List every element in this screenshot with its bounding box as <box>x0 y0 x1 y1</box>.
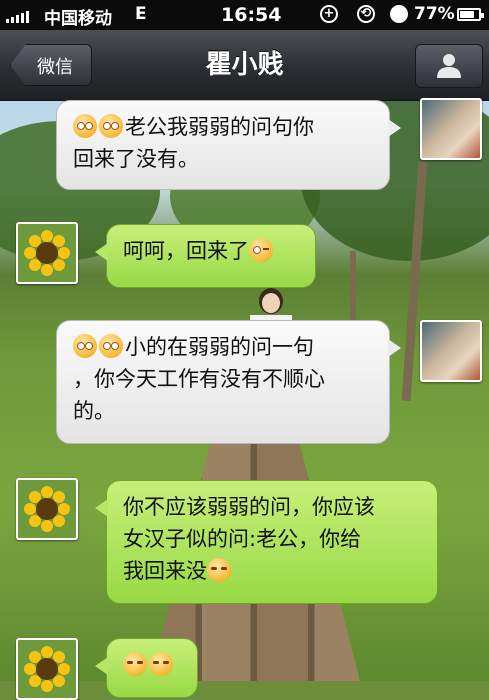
message-text: 老公我弱弱的问句你 <box>125 115 314 139</box>
location-icon: + <box>320 5 338 23</box>
cry-emoji-icon <box>73 334 97 358</box>
contact-avatar[interactable] <box>420 98 482 160</box>
message-text: 的。 <box>73 399 115 423</box>
signal-icon <box>6 9 29 23</box>
sunflower-icon <box>24 486 70 532</box>
shy-emoji-icon <box>149 652 173 676</box>
battery-percent: 77% <box>414 4 455 24</box>
profile-button[interactable] <box>415 44 483 88</box>
message-bubble-outgoing[interactable]: 呵呵，回来了 <box>95 224 316 288</box>
alarm-icon <box>390 5 408 23</box>
my-avatar[interactable] <box>16 638 78 700</box>
cry-emoji-icon <box>99 114 123 138</box>
laugh-emoji-icon <box>207 558 231 582</box>
carrier-name: 中国移动 <box>44 9 112 29</box>
message-text: 回来了没有。 <box>73 147 199 171</box>
battery-icon <box>457 8 484 21</box>
nav-bar: 微信 瞿小贱 <box>0 30 489 101</box>
status-bar: 中国移动 E 16:54 + ⟲ 77% <box>0 0 489 30</box>
cry-emoji-icon <box>99 334 123 358</box>
message-bubble-incoming[interactable]: 小的在弱弱的问一句 ，你今天工作有没有不顺心 的。 <box>56 320 401 444</box>
rotation-lock-icon: ⟲ <box>357 5 375 23</box>
wink-emoji-icon <box>249 238 273 262</box>
message-bubble-outgoing[interactable] <box>95 638 198 698</box>
clock: 16:54 <box>221 4 282 26</box>
message-text: 我回来没 <box>123 559 207 583</box>
message-bubble-outgoing[interactable]: 你不应该弱弱的问，你应该 女汉子似的问:老公，你给 我回来没 <box>95 480 438 604</box>
contact-avatar[interactable] <box>420 320 482 382</box>
message-bubble-incoming[interactable]: 老公我弱弱的问句你 回来了没有。 <box>56 100 401 190</box>
my-avatar[interactable] <box>16 478 78 540</box>
sunflower-icon <box>24 646 70 692</box>
cry-emoji-icon <box>73 114 97 138</box>
my-avatar[interactable] <box>16 222 78 284</box>
message-text: 女汉子似的问:老公，你给 <box>123 527 362 551</box>
message-text: 小的在弱弱的问一句 <box>125 335 314 359</box>
message-text: 呵呵，回来了 <box>123 239 249 263</box>
message-text: 你不应该弱弱的问，你应该 <box>123 495 375 519</box>
sunflower-icon <box>24 230 70 276</box>
person-icon <box>437 54 461 78</box>
message-text: ，你今天工作有没有不顺心 <box>73 367 325 391</box>
network-type: E <box>135 4 147 24</box>
shy-emoji-icon <box>123 652 147 676</box>
